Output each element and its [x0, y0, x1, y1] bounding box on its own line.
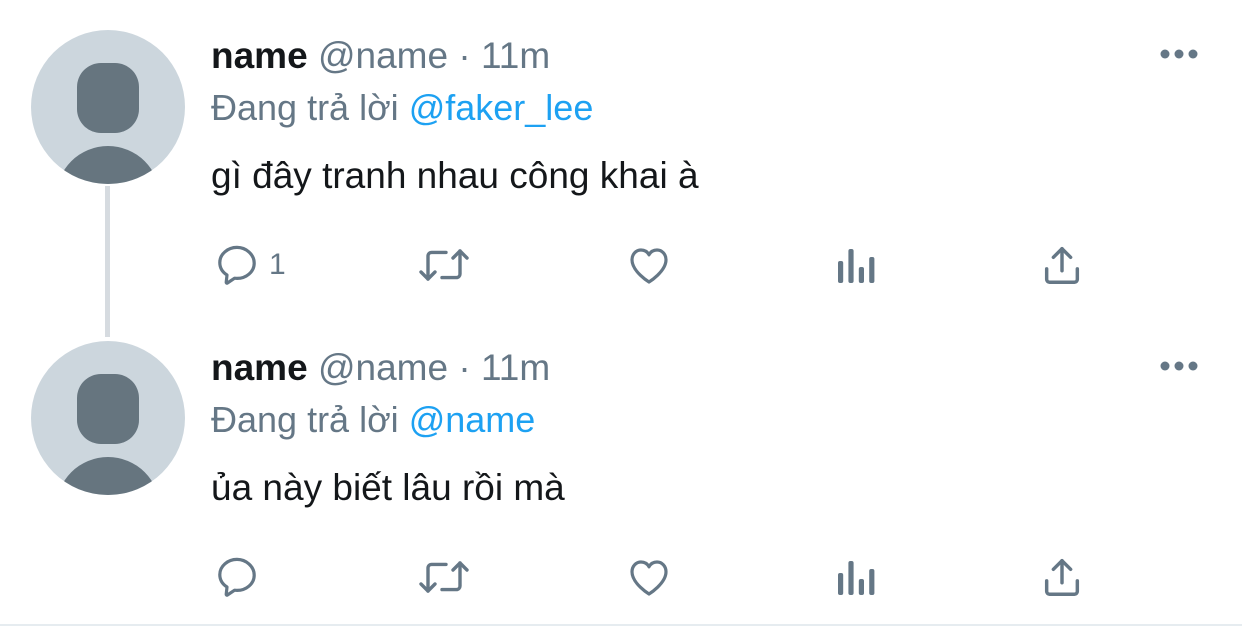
timestamp[interactable]: 11m	[481, 35, 550, 76]
tweet-header: name @name · 11m	[211, 34, 550, 78]
share-icon	[1044, 558, 1080, 596]
user-handle[interactable]: @name	[318, 35, 448, 76]
retweet-button[interactable]	[416, 552, 472, 602]
replying-to: Đang trả lời @faker_lee	[211, 86, 593, 130]
like-button[interactable]	[625, 552, 673, 602]
heart-icon	[630, 560, 668, 596]
default-avatar-icon	[57, 63, 159, 184]
separator: ·	[458, 347, 471, 388]
share-icon	[1044, 246, 1080, 284]
share-button[interactable]	[1039, 552, 1085, 602]
replying-to-label: Đang trả lời	[211, 87, 399, 128]
avatar[interactable]	[31, 341, 185, 495]
reply-count: 1	[269, 248, 286, 281]
default-avatar-icon	[57, 374, 159, 495]
heart-icon	[630, 248, 668, 284]
reply-button[interactable]	[213, 552, 269, 602]
mention-link[interactable]: @name	[409, 399, 536, 440]
reply-icon	[218, 245, 256, 285]
user-handle[interactable]: @name	[318, 347, 448, 388]
analytics-icon	[838, 249, 875, 283]
tweet-text: gì đây tranh nhau công khai à	[211, 155, 699, 196]
share-button[interactable]	[1039, 240, 1085, 290]
separator: ·	[458, 35, 471, 76]
action-bar: 1	[0, 240, 1242, 290]
display-name[interactable]: name	[211, 35, 308, 76]
retweet-icon	[419, 561, 469, 593]
tweet[interactable]: name @name · 11m Đang trả lời @faker_lee…	[0, 0, 1242, 310]
analytics-button[interactable]	[834, 552, 878, 602]
timestamp[interactable]: 11m	[481, 347, 550, 388]
display-name[interactable]: name	[211, 347, 308, 388]
replying-to-label: Đang trả lời	[211, 399, 399, 440]
replying-to: Đang trả lời @name	[211, 398, 535, 442]
tweet[interactable]: name @name · 11m Đang trả lời @name ủa n…	[0, 310, 1242, 624]
avatar[interactable]	[31, 30, 185, 184]
reply-button[interactable]: 1	[213, 240, 286, 290]
tweet-header: name @name · 11m	[211, 346, 550, 390]
analytics-icon	[838, 561, 875, 595]
reply-icon	[218, 557, 256, 597]
retweet-icon	[419, 249, 469, 281]
like-button[interactable]	[625, 240, 673, 290]
tweet-text: ủa này biết lâu rồi mà	[211, 467, 565, 508]
more-icon[interactable]	[1160, 47, 1198, 61]
retweet-button[interactable]	[416, 240, 472, 290]
action-bar	[0, 552, 1242, 602]
analytics-button[interactable]	[834, 240, 878, 290]
more-icon[interactable]	[1160, 359, 1198, 373]
mention-link[interactable]: @faker_lee	[409, 87, 594, 128]
